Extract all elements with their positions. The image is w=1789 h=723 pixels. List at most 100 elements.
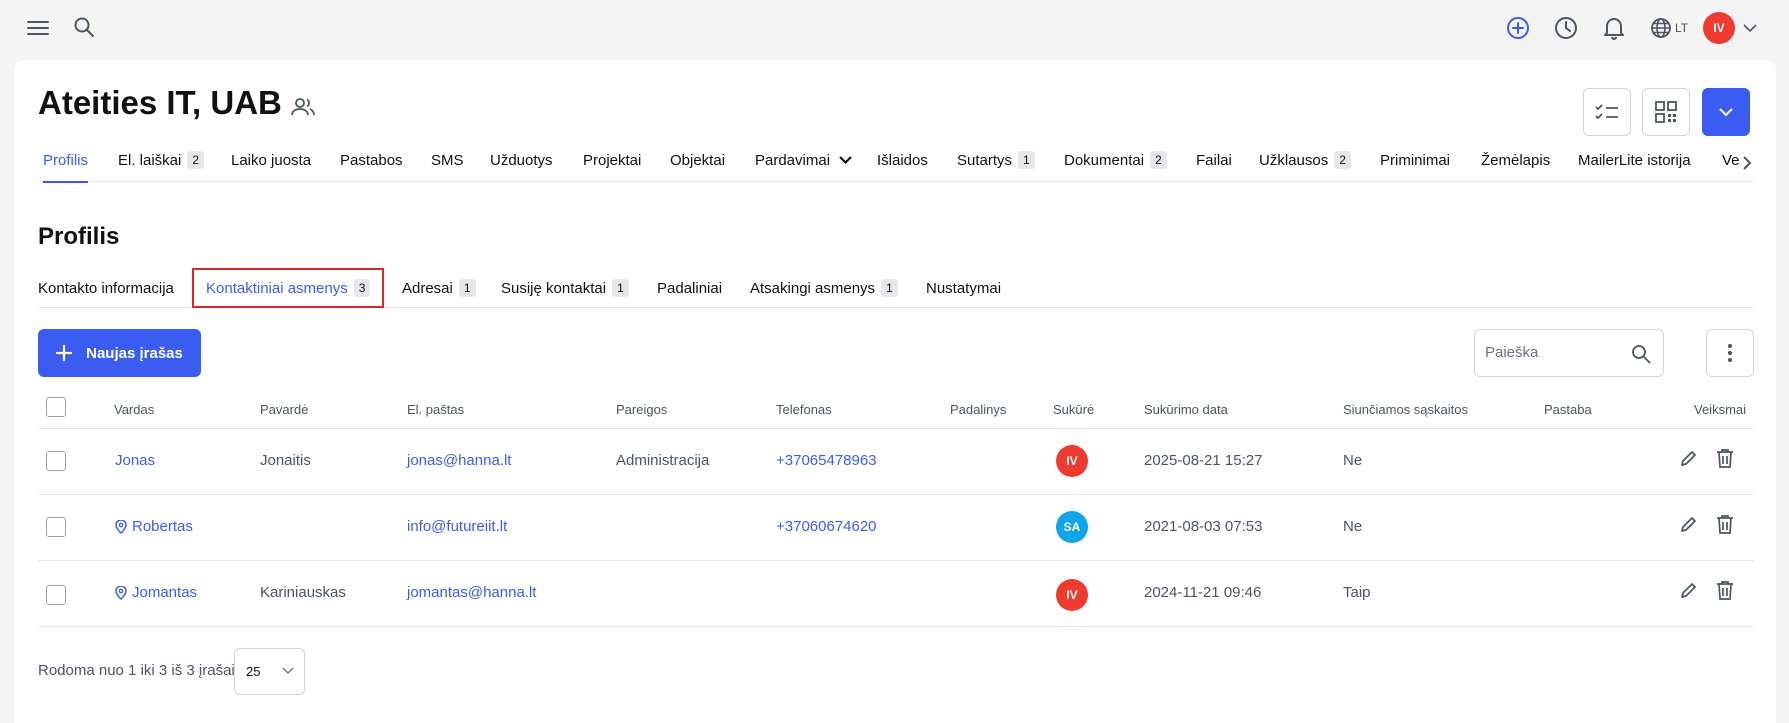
language-code: LT <box>1675 21 1689 35</box>
contact-phone[interactable]: +37060674620 <box>776 518 877 535</box>
created-date: 2024-11-21 09:46 <box>1144 584 1262 601</box>
subtab-atsakingi-asmenys[interactable]: Atsakingi asmenys 1 <box>750 268 898 308</box>
chevron-down-icon <box>282 667 294 674</box>
tabs-scroll-right-icon[interactable] <box>1742 155 1752 176</box>
search-input[interactable] <box>1485 344 1625 361</box>
user-avatar[interactable]: IV <box>1703 12 1735 44</box>
tab-pastabos[interactable]: Pastabos <box>340 148 403 182</box>
tab-projektai[interactable]: Projektai <box>583 148 641 182</box>
creator-avatar: IV <box>1056 579 1088 611</box>
contact-first-name[interactable]: Jomantas <box>132 584 197 601</box>
contact-first-name[interactable]: Robertas <box>132 518 193 535</box>
subtab-nustatymai[interactable]: Nustatymai <box>926 268 1001 308</box>
search-box <box>1474 329 1664 377</box>
search-icon[interactable] <box>72 15 96 39</box>
row-checkbox[interactable] <box>46 517 66 537</box>
tab-overflow[interactable]: Ve <box>1722 148 1740 182</box>
tab-badge: 2 <box>1150 151 1167 169</box>
edit-icon[interactable] <box>1679 580 1699 605</box>
column-header[interactable]: Siunčiamos sąskaitos <box>1343 402 1468 417</box>
table-row: Jomantas Kariniauskas jomantas@hanna.lt … <box>38 561 1754 627</box>
tab-sms[interactable]: SMS <box>431 148 464 182</box>
contact-first-name-cell[interactable]: Robertas <box>115 518 193 535</box>
column-header[interactable]: El. paštas <box>407 402 464 417</box>
trash-icon[interactable] <box>1716 448 1734 473</box>
subtab-susije-kontaktai[interactable]: Susiję kontaktai 1 <box>501 268 629 308</box>
menu-icon[interactable] <box>26 16 50 40</box>
location-pin-icon <box>115 519 127 534</box>
more-options-button[interactable] <box>1706 329 1754 377</box>
language-selector[interactable]: LT <box>1650 15 1694 41</box>
location-pin-icon <box>115 585 127 600</box>
send-invoices: Taip <box>1343 584 1371 601</box>
column-header[interactable]: Pastaba <box>1544 402 1592 417</box>
row-checkbox[interactable] <box>46 585 66 605</box>
tab-sutartys[interactable]: Sutartys 1 <box>957 148 1035 182</box>
chevron-down-icon[interactable] <box>1742 20 1758 36</box>
subtab-adresai[interactable]: Adresai 1 <box>402 268 476 308</box>
new-record-button[interactable]: Naujas įrašas <box>38 329 201 377</box>
creator-avatar: IV <box>1056 445 1088 477</box>
plus-circle-icon[interactable] <box>1505 15 1531 41</box>
column-header[interactable]: Padalinys <box>950 402 1006 417</box>
subtab-padaliniai[interactable]: Padaliniai <box>657 268 722 308</box>
contact-first-name-cell[interactable]: Jomantas <box>115 584 197 601</box>
tab-pardavimai[interactable]: Pardavimai <box>755 148 852 182</box>
edit-icon[interactable] <box>1679 514 1699 539</box>
contact-email[interactable]: info@futureiit.lt <box>407 518 507 535</box>
users-icon <box>291 97 315 122</box>
plus-icon <box>56 345 73 361</box>
table-row: Jonas Jonaitis jonas@hanna.lt Administra… <box>38 429 1754 495</box>
edit-icon[interactable] <box>1679 448 1699 473</box>
tab-dokumentai[interactable]: Dokumentai 2 <box>1064 148 1167 182</box>
row-checkbox[interactable] <box>46 451 66 471</box>
search-icon[interactable] <box>1631 344 1651 364</box>
table-header: Vardas Pavardė El. paštas Pareigos Telef… <box>38 390 1754 429</box>
bell-icon[interactable] <box>1601 15 1627 41</box>
chevron-down-icon <box>839 155 852 164</box>
subtab-kontaktiniai-asmenys[interactable]: Kontaktiniai asmenys 3 <box>192 268 385 308</box>
send-invoices: Ne <box>1343 518 1363 535</box>
creator-avatar: SA <box>1056 511 1088 543</box>
actions-dropdown-button[interactable] <box>1702 88 1750 136</box>
tab-laiko-juosta[interactable]: Laiko juosta <box>231 148 311 182</box>
tab-islaidos[interactable]: Išlaidos <box>877 148 928 182</box>
select-all-checkbox[interactable] <box>46 397 66 417</box>
tab-badge: 3 <box>353 279 371 297</box>
trash-icon[interactable] <box>1716 514 1734 539</box>
send-invoices: Ne <box>1343 452 1363 469</box>
column-header[interactable]: Sukūrimo data <box>1144 402 1228 417</box>
created-date: 2025-08-21 15:27 <box>1144 452 1263 469</box>
more-vertical-icon <box>1728 344 1732 362</box>
tab-badge: 1 <box>612 279 629 297</box>
tab-uzklausos[interactable]: Užklausos 2 <box>1259 148 1351 182</box>
column-header[interactable]: Sukūrė <box>1053 402 1094 417</box>
section-title: Profilis <box>38 223 120 250</box>
clock-icon[interactable] <box>1553 15 1579 41</box>
tab-uzduotys[interactable]: Užduotys <box>490 148 553 182</box>
page-size-value: 25 <box>246 664 261 679</box>
tab-mailerlite-istorija[interactable]: MailerLite istorija <box>1578 148 1691 182</box>
tab-zemelapis[interactable]: Žemėlapis <box>1481 148 1550 182</box>
column-header[interactable]: Telefonas <box>776 402 832 417</box>
tab-objektai[interactable]: Objektai <box>670 148 725 182</box>
contact-phone[interactable]: +37065478963 <box>776 452 877 469</box>
contact-first-name[interactable]: Jonas <box>115 452 155 469</box>
column-header[interactable]: Pareigos <box>616 402 667 417</box>
checklist-button[interactable] <box>1583 88 1631 136</box>
subtab-kontakto-informacija[interactable]: Kontakto informacija <box>38 268 174 308</box>
qr-code-button[interactable] <box>1642 88 1690 136</box>
chevron-down-icon <box>1719 107 1733 116</box>
tab-badge: 2 <box>1334 151 1351 169</box>
page-size-select[interactable]: 25 <box>234 648 305 695</box>
contact-email[interactable]: jonas@hanna.lt <box>407 452 511 469</box>
contact-email[interactable]: jomantas@hanna.lt <box>407 584 536 601</box>
column-header[interactable]: Vardas <box>114 402 154 417</box>
column-header[interactable]: Pavardė <box>260 402 308 417</box>
tab-priminimai[interactable]: Priminimai <box>1380 148 1450 182</box>
tab-failai[interactable]: Failai <box>1196 148 1232 182</box>
tab-el-laiskai[interactable]: El. laiškai 2 <box>118 148 205 182</box>
tab-profilis[interactable]: Profilis <box>43 148 89 183</box>
column-header: Veiksmai <box>1694 402 1747 417</box>
trash-icon[interactable] <box>1716 580 1734 605</box>
